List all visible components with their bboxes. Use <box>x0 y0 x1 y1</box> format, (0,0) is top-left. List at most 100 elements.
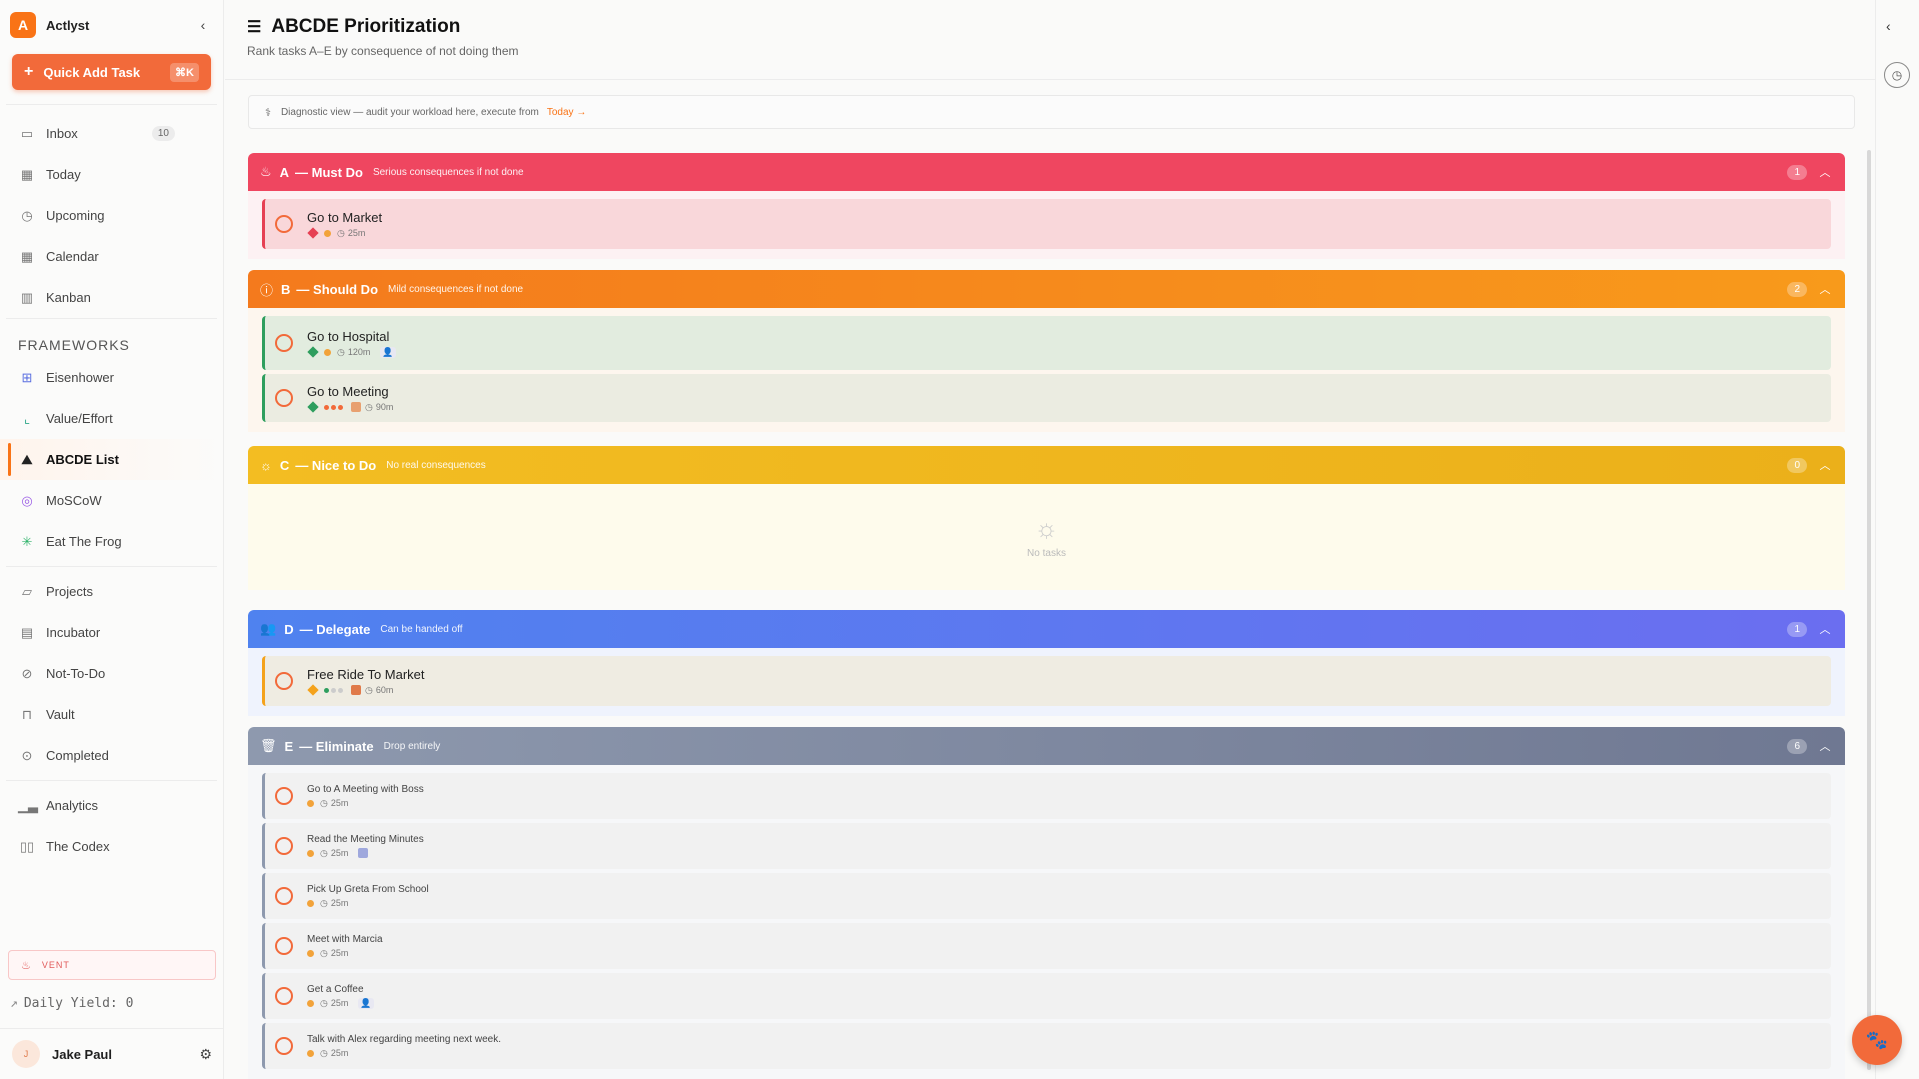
sidebar: A Actlyst ‹ + Quick Add Task ⌘K ▭ Inbox … <box>0 0 224 1079</box>
task-item[interactable]: Go to Hospital ◷ 120m 👤 <box>262 316 1831 370</box>
person-icon: 👤 <box>358 997 374 1009</box>
energy-dots-icon <box>324 402 345 412</box>
task-duration: 120m <box>347 347 371 357</box>
task-checkbox[interactable] <box>275 389 293 407</box>
sidebar-item-the-codex[interactable]: ▯▯ The Codex <box>0 826 223 867</box>
sidebar-item-kanban[interactable]: ▥ Kanban <box>0 277 223 318</box>
vent-button[interactable]: ♨ VENT <box>8 950 216 980</box>
energy-dot-icon <box>324 229 331 237</box>
today-link[interactable]: Today → <box>547 107 586 118</box>
scrollbar[interactable] <box>1867 150 1871 1070</box>
priority-diamond-icon <box>307 401 319 413</box>
app-logo: A <box>10 12 36 38</box>
sidebar-item-incubator[interactable]: ▤ Incubator <box>0 612 223 653</box>
task-item[interactable]: Pick Up Greta From School ◷ 25m <box>262 873 1831 919</box>
chevron-up-icon[interactable]: ︿ <box>1817 621 1833 637</box>
task-name: Free Ride To Market <box>307 666 425 682</box>
archive-icon: ▤ <box>20 624 34 640</box>
check-circle-icon: ⊙ <box>21 747 33 763</box>
section-letter: D <box>284 621 294 637</box>
task-item[interactable]: Go to Market ◷ 25m <box>262 199 1831 249</box>
calendar-clock-icon: ◷ <box>21 207 33 223</box>
energy-dot-icon <box>324 348 331 356</box>
section-e-header[interactable]: 🗑 E — Eliminate Drop entirely 6 ︿ <box>248 727 1845 765</box>
sidebar-item-abcde-list[interactable]: ⛰ ABCDE List <box>0 439 223 480</box>
task-item[interactable]: Read the Meeting Minutes ◷ 25m <box>262 823 1831 869</box>
section-c-header[interactable]: ☼ C — Nice to Do No real consequences 0 … <box>248 446 1845 484</box>
task-checkbox[interactable] <box>275 334 293 352</box>
stethoscope-icon: ⚕ <box>265 106 271 119</box>
task-duration: 60m <box>375 685 394 695</box>
section-a-header[interactable]: ♨ A — Must Do Serious consequences if no… <box>248 153 1845 191</box>
sidebar-item-eisenhower[interactable]: ⊞ Eisenhower <box>0 357 223 398</box>
section-d: 👥 D — Delegate Can be handed off 1 ︿ Fre… <box>248 610 1845 716</box>
clock-icon: ◷ <box>365 401 373 412</box>
scatter-chart-icon: ⌞ <box>23 410 31 426</box>
section-count-badge: 2 <box>1787 281 1807 297</box>
sidebar-item-value-effort[interactable]: ⌞ Value/Effort <box>0 398 223 439</box>
chevron-up-icon[interactable]: ︿ <box>1817 738 1833 754</box>
quick-add-task-button[interactable]: + Quick Add Task ⌘K <box>12 54 211 90</box>
sidebar-item-completed[interactable]: ⊙ Completed <box>0 735 223 776</box>
paw-fab-button[interactable]: 🐾 <box>1852 1015 1902 1065</box>
section-letter: C <box>279 457 290 473</box>
vent-label: VENT <box>41 960 70 970</box>
chevron-up-icon[interactable]: ︿ <box>1817 457 1833 473</box>
sidebar-item-calendar[interactable]: ▦ Calendar <box>0 236 223 277</box>
section-b-header[interactable]: ⓘ B — Should Do Mild consequences if not… <box>248 270 1845 308</box>
task-content: Read the Meeting Minutes ◷ 25m <box>307 834 424 859</box>
task-item[interactable]: Get a Coffee ◷ 25m 👤 <box>262 973 1831 1019</box>
chevron-up-icon[interactable]: ︿ <box>1817 164 1833 180</box>
section-name: — Eliminate <box>299 738 374 754</box>
task-checkbox[interactable] <box>275 672 293 690</box>
chevron-up-icon[interactable]: ︿ <box>1817 281 1833 297</box>
section-desc: Drop entirely <box>383 740 441 752</box>
task-checkbox[interactable] <box>275 937 293 955</box>
section-b: ⓘ B — Should Do Mild consequences if not… <box>248 270 1845 432</box>
task-checkbox[interactable] <box>275 1037 293 1055</box>
page-title: ☰ ABCDE Prioritization <box>247 16 1853 38</box>
energy-dot-icon <box>307 849 314 857</box>
sidebar-item-vault[interactable]: ⊓ Vault <box>0 694 223 735</box>
sun-icon: ☼ <box>1034 513 1059 543</box>
task-name: Go to Meeting <box>307 383 389 399</box>
timer-icon[interactable]: ◷ <box>1884 62 1910 88</box>
sun-icon: ☼ <box>260 457 272 473</box>
energy-dot-icon <box>307 799 314 807</box>
chevron-left-icon[interactable]: ‹ <box>1886 18 1891 34</box>
sidebar-item-moscow[interactable]: ◎ MoSCoW <box>0 480 223 521</box>
task-checkbox[interactable] <box>275 837 293 855</box>
task-checkbox[interactable] <box>275 215 293 233</box>
sidebar-item-today[interactable]: ▦ Today <box>0 154 223 195</box>
section-d-header[interactable]: 👥 D — Delegate Can be handed off 1 ︿ <box>248 610 1845 648</box>
task-item[interactable]: Go to A Meeting with Boss ◷ 25m <box>262 773 1831 819</box>
task-duration: 25m <box>330 948 349 958</box>
task-checkbox[interactable] <box>275 887 293 905</box>
sidebar-item-analytics[interactable]: ▁▃ Analytics <box>0 785 223 826</box>
sidebar-item-projects[interactable]: ▱ Projects <box>0 571 223 612</box>
task-name: Go to Market <box>307 209 383 225</box>
clock-icon: ◷ <box>365 684 373 695</box>
task-checkbox[interactable] <box>275 787 293 805</box>
sidebar-item-upcoming[interactable]: ◷ Upcoming <box>0 195 223 236</box>
user-profile[interactable]: J Jake Paul ⚙ <box>0 1028 224 1079</box>
section-desc: Serious consequences if not done <box>372 166 524 178</box>
task-item[interactable]: Meet with Marcia ◷ 25m <box>262 923 1831 969</box>
task-item[interactable]: Talk with Alex regarding meeting next we… <box>262 1023 1831 1069</box>
section-count-badge: 1 <box>1787 621 1807 637</box>
task-item[interactable]: Go to Meeting ◷ 90m <box>262 374 1831 422</box>
paw-icon: 🐾 <box>1865 1029 1889 1050</box>
section-letter: B <box>281 281 291 297</box>
frameworks-heading: FRAMEWORKS <box>18 337 130 353</box>
sidebar-item-inbox[interactable]: ▭ Inbox 10 <box>0 113 223 154</box>
sidebar-item-eat-the-frog[interactable]: ✳ Eat The Frog <box>0 521 223 562</box>
chevron-left-icon[interactable]: ‹ <box>193 17 213 33</box>
sidebar-item-not-to-do[interactable]: ⊘ Not-To-Do <box>0 653 223 694</box>
task-checkbox[interactable] <box>275 987 293 1005</box>
task-name: Get a Coffee <box>307 983 364 995</box>
inbox-icon: ▭ <box>20 125 34 141</box>
task-item[interactable]: Free Ride To Market ◷ 60m <box>262 656 1831 706</box>
energy-dot-icon <box>307 999 314 1007</box>
gear-icon[interactable]: ⚙ <box>199 1046 212 1063</box>
section-c: ☼ C — Nice to Do No real consequences 0 … <box>248 446 1845 590</box>
